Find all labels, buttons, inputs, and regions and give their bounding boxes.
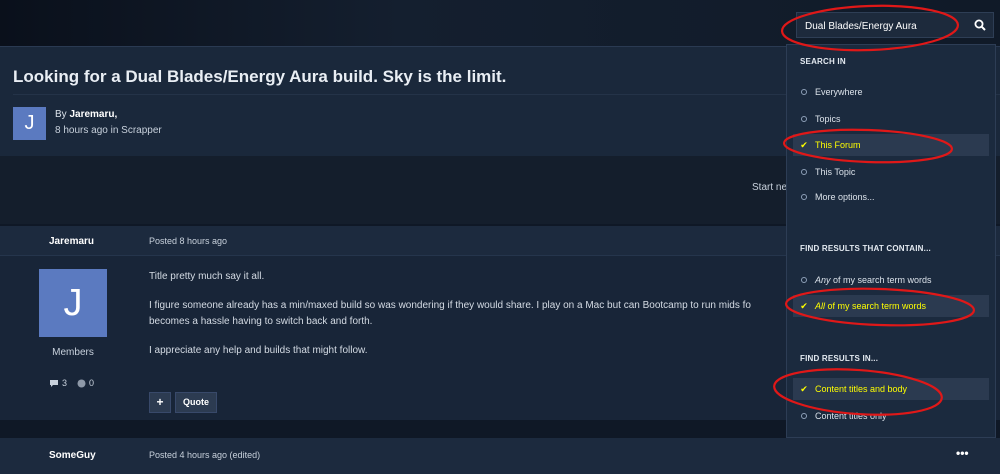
search-in-this-topic[interactable]: This Topic: [793, 161, 989, 183]
topic-author-link[interactable]: Jaremaru,: [69, 109, 117, 120]
post-paragraph: I figure someone already has a min/maxed…: [149, 300, 751, 327]
by-label: By: [55, 109, 67, 120]
radio-icon: [793, 167, 815, 177]
radio-icon: [793, 411, 815, 421]
match-all-words[interactable]: ✔ All of my search term words: [793, 295, 989, 317]
post-actions: + Quote: [149, 392, 217, 413]
post-paragraph: I appreciate any help and builds that mi…: [149, 345, 368, 356]
search-input[interactable]: [805, 17, 965, 35]
author-stats: 3 0: [49, 378, 94, 388]
option-label: Content titles and body: [815, 384, 908, 394]
start-new-topic-button[interactable]: Start ne: [752, 182, 787, 193]
option-label: This Forum: [815, 140, 861, 150]
topic-meta: 8 hours ago in Scrapper: [55, 125, 162, 136]
radio-icon: [793, 114, 815, 124]
content-titles-and-body[interactable]: ✔ Content titles and body: [793, 378, 989, 400]
more-search-options[interactable]: More options...: [793, 186, 989, 208]
search-icon[interactable]: [973, 18, 987, 32]
content-titles-only[interactable]: Content titles only: [793, 405, 989, 427]
search-in-topics[interactable]: Topics: [793, 108, 989, 130]
member-group: Members: [52, 347, 94, 358]
topic-byline: By Jaremaru,: [55, 109, 117, 120]
reputation-icon: [77, 379, 86, 387]
checkmark-icon: ✔: [800, 300, 808, 311]
post-avatar[interactable]: J: [39, 269, 107, 337]
comment-icon: [50, 379, 58, 387]
option-label: Topics: [815, 114, 841, 124]
search-in-heading: SEARCH IN: [800, 57, 846, 66]
find-results-in-heading: FIND RESULTS IN...: [800, 354, 879, 363]
option-label: More options...: [815, 192, 875, 202]
radio-icon: [793, 192, 815, 202]
reputation: 0: [77, 378, 94, 388]
option-label: All of my search term words: [815, 301, 926, 311]
option-rest: of my search term words: [825, 301, 927, 311]
post-author-link[interactable]: SomeGuy: [49, 450, 96, 461]
option-label: Content titles only: [815, 411, 887, 421]
radio-icon: [793, 275, 815, 285]
search-options-dropdown: SEARCH IN Everywhere Topics ✔ This Forum…: [786, 44, 996, 438]
option-emphasis: All: [815, 301, 826, 311]
topic-title: Looking for a Dual Blades/Energy Aura bu…: [13, 67, 507, 86]
option-label: This Topic: [815, 167, 856, 177]
post-date: Posted 4 hours ago (edited): [149, 450, 261, 460]
search-in-this-forum[interactable]: ✔ This Forum: [793, 134, 989, 156]
checkmark-icon: ✔: [800, 383, 808, 394]
post-content: Title pretty much say it all. I figure s…: [149, 269, 789, 372]
post-date: Posted 8 hours ago: [149, 236, 228, 246]
post-paragraph: Title pretty much say it all.: [149, 271, 265, 282]
radio-icon: [793, 87, 815, 97]
option-emphasis: Any: [815, 275, 831, 285]
author-column: J Members 3 0: [0, 256, 138, 420]
more-options-icon[interactable]: •••: [956, 446, 969, 460]
post-author-link[interactable]: Jaremaru: [49, 236, 94, 247]
post-header: SomeGuy Posted 4 hours ago (edited) •••: [0, 438, 1000, 474]
option-rest: of my search term words: [830, 275, 932, 285]
checkmark-icon: ✔: [800, 139, 808, 150]
reputation-value: 0: [89, 378, 95, 388]
author-avatar[interactable]: J: [13, 107, 46, 140]
search-in-everywhere[interactable]: Everywhere: [793, 81, 989, 103]
post-count: 3: [49, 378, 67, 388]
option-label: Everywhere: [815, 87, 863, 97]
option-label: Any of my search term words: [815, 275, 932, 285]
search-box: [796, 12, 994, 38]
find-results-contain-heading: FIND RESULTS THAT CONTAIN...: [800, 244, 931, 253]
top-navigation-bar: [0, 0, 1000, 46]
post-count-value: 3: [62, 378, 68, 388]
quote-button[interactable]: Quote: [175, 392, 217, 413]
match-any-words[interactable]: Any of my search term words: [793, 269, 989, 291]
multiquote-button[interactable]: +: [149, 392, 171, 413]
